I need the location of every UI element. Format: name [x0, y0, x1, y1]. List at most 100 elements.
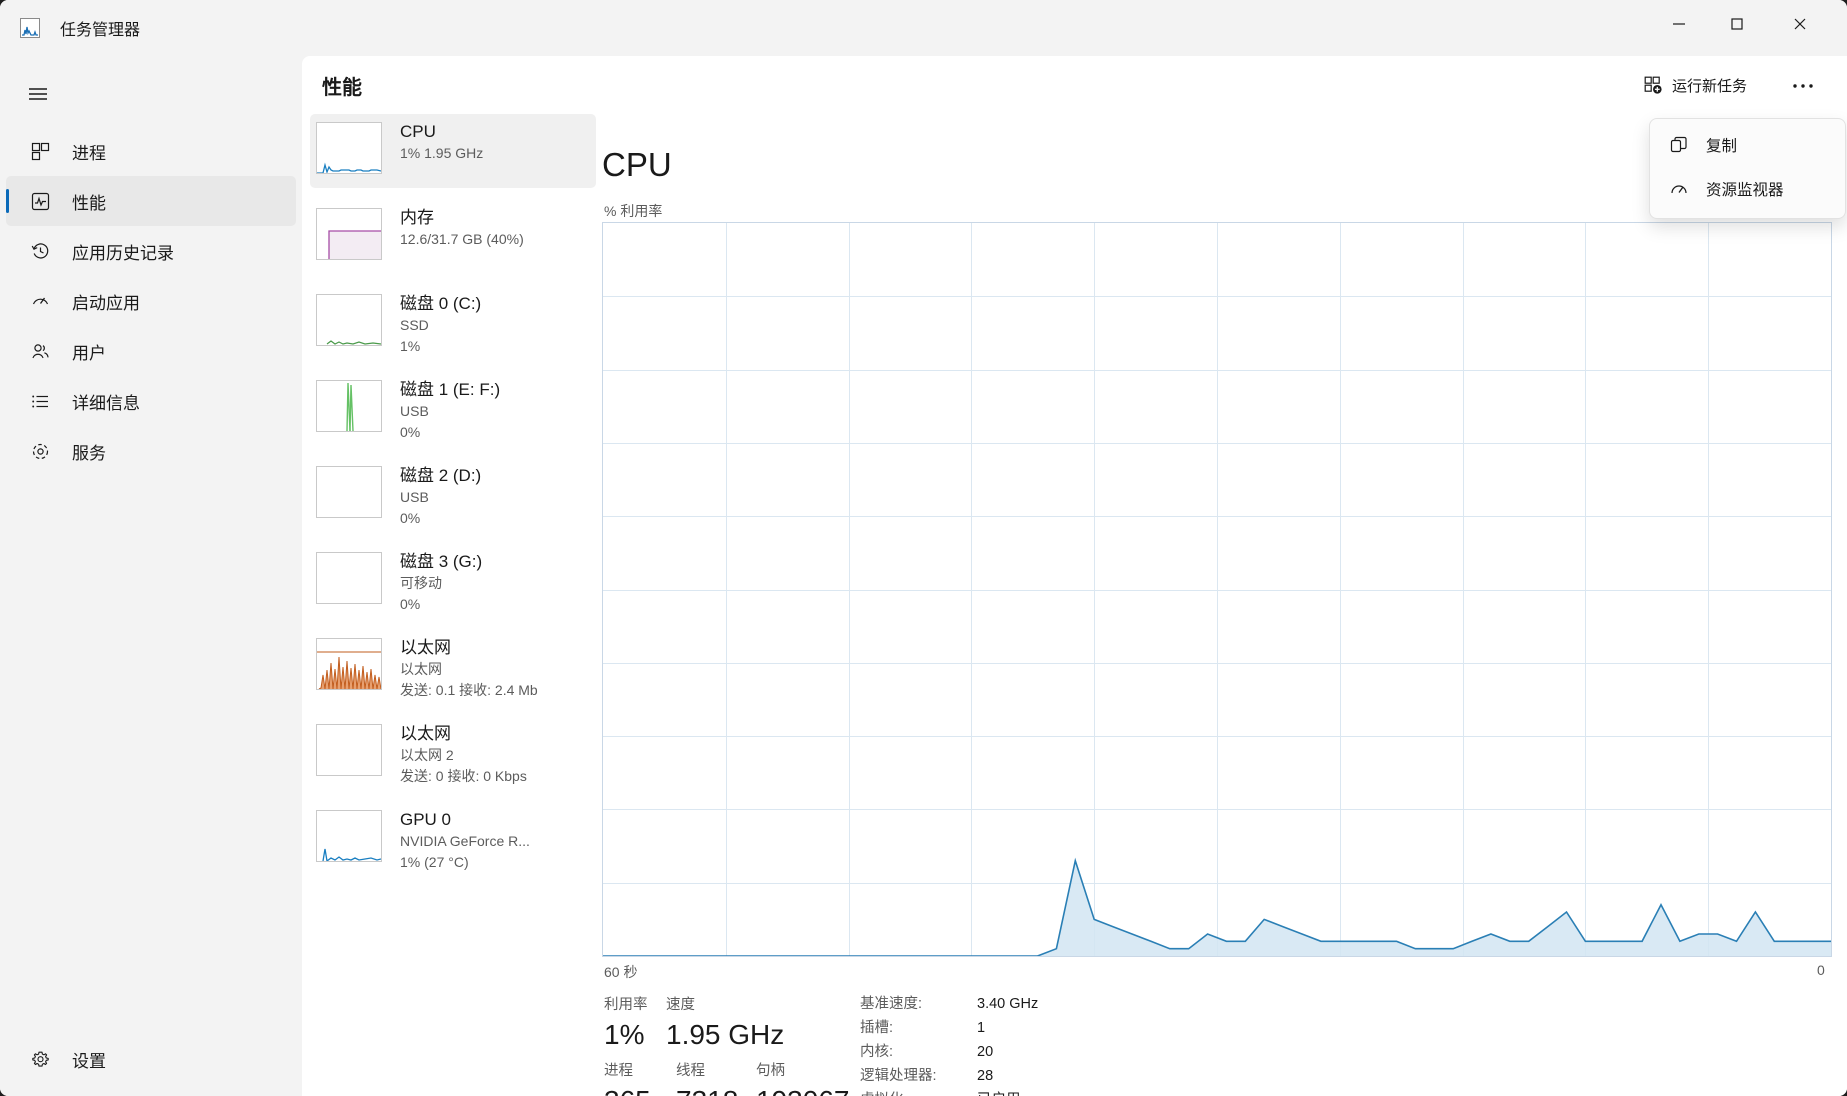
maximize-button[interactable]: [1709, 0, 1764, 47]
sidebar-item-app-history[interactable]: 应用历史记录: [6, 226, 296, 276]
stat-utilization: 利用率 1%: [604, 994, 666, 1054]
resource-throughput: 发送: 0.1 接收: 2.4 Mb: [400, 680, 538, 701]
sidebar-item-label: 进程: [72, 139, 106, 164]
history-icon: [26, 242, 54, 261]
resource-usage: 1%: [400, 336, 481, 357]
resource-usage: 0%: [400, 422, 500, 443]
window-title: 任务管理器: [60, 0, 140, 56]
resource-thumbnail: [316, 294, 382, 346]
resource-name: 内存: [400, 206, 524, 229]
more-options-menu[interactable]: 复制 资源监视器: [1649, 118, 1846, 219]
copy-icon: [1666, 136, 1692, 154]
y-axis-label: % 利用率: [604, 201, 662, 221]
sidebar-item-services[interactable]: 服务: [6, 426, 296, 476]
sidebar-item-settings[interactable]: 设置: [6, 1034, 296, 1084]
stat-value: 193067: [756, 1082, 849, 1096]
sidebar-item-processes[interactable]: 进程: [6, 126, 296, 176]
resource-name: 磁盘 3 (G:): [400, 550, 482, 573]
resource-thumbnail: [316, 380, 382, 432]
hamburger-menu-icon[interactable]: [14, 70, 62, 118]
resource-name: 以太网: [400, 722, 527, 745]
processes-icon: [26, 142, 54, 161]
run-new-task-label: 运行新任务: [1672, 75, 1747, 96]
resource-text: 磁盘 2 (D:) USB 0%: [400, 464, 481, 529]
more-options-button[interactable]: [1781, 67, 1825, 103]
stat-caption: 利用率: [604, 994, 666, 1016]
spec-value: 已启用: [977, 1088, 1021, 1096]
minimize-button[interactable]: [1651, 0, 1706, 47]
run-new-task-button[interactable]: 运行新任务: [1632, 67, 1759, 103]
resource-item-disk3[interactable]: 磁盘 3 (G:) 可移动 0%: [310, 544, 596, 618]
ellipsis-icon: [1792, 76, 1814, 94]
stat-value: 1.95 GHz: [666, 1016, 784, 1054]
resource-text: 磁盘 3 (G:) 可移动 0%: [400, 550, 482, 615]
resource-item-cpu[interactable]: CPU 1% 1.95 GHz: [310, 114, 596, 188]
sidebar-item-startup-apps[interactable]: 启动应用: [6, 276, 296, 326]
stat-caption: 速度: [666, 994, 784, 1016]
resource-thumbnail: [316, 122, 382, 174]
sidebar-nav: 进程 性能: [0, 126, 302, 476]
cpu-utilization-chart: [602, 222, 1832, 957]
resource-item-disk0[interactable]: 磁盘 0 (C:) SSD 1%: [310, 286, 596, 360]
sidebar-item-label: 应用历史记录: [72, 239, 174, 264]
stat-value: 7318: [676, 1082, 756, 1096]
resource-item-memory[interactable]: 内存 12.6/31.7 GB (40%): [310, 200, 596, 274]
resource-usage: 0%: [400, 508, 481, 529]
resource-detail: 以太网 2: [400, 745, 527, 766]
sidebar-item-label: 服务: [72, 439, 106, 464]
cpu-specs: 基准速度: 3.40 GHz 插槽: 1 内核: 20 逻辑处理器: 28 虚拟…: [860, 992, 1190, 1096]
menu-item-copy[interactable]: 复制: [1654, 123, 1841, 167]
resource-detail: USB: [400, 401, 500, 422]
resource-thumbnail: [316, 466, 382, 518]
resource-usage: 1% (27 °C): [400, 852, 530, 873]
menu-item-label: 复制: [1706, 134, 1737, 156]
resource-thumbnail: [316, 638, 382, 690]
sidebar-item-users[interactable]: 用户: [6, 326, 296, 376]
resource-thumbnail: [316, 724, 382, 776]
resource-usage: 0%: [400, 594, 482, 615]
spec-virtualization: 虚拟化: 已启用: [860, 1088, 1190, 1096]
stat-caption: 进程: [604, 1060, 676, 1082]
resource-item-gpu0[interactable]: GPU 0 NVIDIA GeForce R... 1% (27 °C): [310, 802, 596, 876]
x-axis-right-label: 0: [1817, 962, 1825, 978]
spec-sockets: 插槽: 1: [860, 1016, 1190, 1040]
menu-item-resource-monitor[interactable]: 资源监视器: [1654, 167, 1841, 211]
sidebar-item-performance[interactable]: 性能: [6, 176, 296, 226]
resource-item-ethernet-1[interactable]: 以太网 以太网 发送: 0.1 接收: 2.4 Mb: [310, 630, 596, 704]
spec-cores: 内核: 20: [860, 1040, 1190, 1064]
sidebar-item-label: 详细信息: [72, 389, 140, 414]
resource-throughput: 发送: 0 接收: 0 Kbps: [400, 766, 527, 787]
resource-name: 以太网: [400, 636, 538, 659]
menu-item-label: 资源监视器: [1706, 178, 1784, 200]
resource-item-disk1[interactable]: 磁盘 1 (E: F:) USB 0%: [310, 372, 596, 446]
resource-text: 磁盘 1 (E: F:) USB 0%: [400, 378, 500, 443]
resource-list[interactable]: CPU 1% 1.95 GHz 内存 12.6/31.7 GB (40%): [310, 114, 596, 1034]
users-icon: [26, 342, 54, 361]
gear-icon: [26, 1050, 54, 1069]
resource-detail: 1% 1.95 GHz: [400, 143, 483, 164]
resource-name: CPU: [400, 120, 483, 143]
resource-item-disk2[interactable]: 磁盘 2 (D:) USB 0%: [310, 458, 596, 532]
spec-value: 1: [977, 1016, 985, 1040]
resource-name: 磁盘 2 (D:): [400, 464, 481, 487]
spec-key: 插槽:: [860, 1016, 977, 1040]
spec-value: 28: [977, 1064, 993, 1088]
stat-caption: 线程: [676, 1060, 756, 1082]
resource-detail: 以太网: [400, 659, 538, 680]
resource-thumbnail: [316, 208, 382, 260]
stat-threads: 线程 7318: [676, 1060, 756, 1096]
close-button[interactable]: [1772, 0, 1827, 47]
resource-name: 磁盘 0 (C:): [400, 292, 481, 315]
resource-detail: 12.6/31.7 GB (40%): [400, 229, 524, 250]
stat-caption: 句柄: [756, 1060, 849, 1082]
resource-text: 内存 12.6/31.7 GB (40%): [400, 206, 524, 250]
sidebar-item-details[interactable]: 详细信息: [6, 376, 296, 426]
spec-value: 3.40 GHz: [977, 992, 1038, 1016]
resource-monitor-icon: [1666, 180, 1692, 198]
resource-text: GPU 0 NVIDIA GeForce R... 1% (27 °C): [400, 808, 530, 873]
task-manager-window: 任务管理器: [0, 0, 1847, 1096]
resource-text: 以太网 以太网 2 发送: 0 接收: 0 Kbps: [400, 722, 527, 787]
resource-item-ethernet-2[interactable]: 以太网 以太网 2 发送: 0 接收: 0 Kbps: [310, 716, 596, 790]
spec-key: 逻辑处理器:: [860, 1064, 977, 1088]
cpu-stats: 利用率 1% 速度 1.95 GHz 进程 365 线程 731: [604, 994, 864, 1096]
